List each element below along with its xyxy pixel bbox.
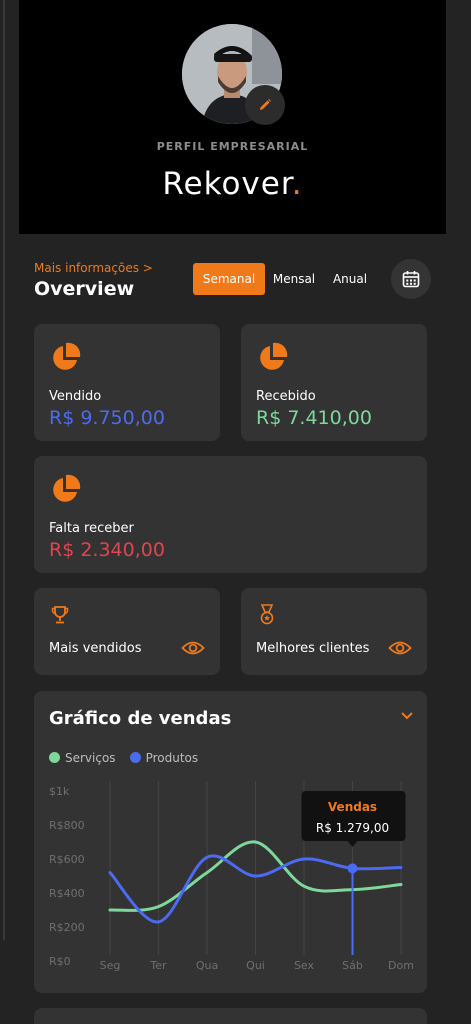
best-sellers-card[interactable]: Mais vendidos xyxy=(34,588,220,675)
sales-chart-card: Gráfico de vendas Serviços Produtos R$0 R… xyxy=(34,691,427,993)
received-value: R$ 7.410,00 xyxy=(256,407,372,429)
calendar-button[interactable] xyxy=(391,259,431,299)
pencil-icon xyxy=(260,99,271,110)
y-tick-label: $1k xyxy=(49,785,70,798)
pending-label: Falta receber xyxy=(49,521,134,536)
eye-icon[interactable] xyxy=(181,640,205,656)
edit-profile-button[interactable] xyxy=(245,85,285,125)
best-clients-card[interactable]: Melhores clientes xyxy=(241,588,427,675)
sold-value: R$ 9.750,00 xyxy=(49,407,165,429)
y-tick-label: R$400 xyxy=(49,887,85,900)
sold-label: Vendido xyxy=(49,389,102,404)
x-tick-label: Ter xyxy=(149,959,167,972)
more-info-link[interactable]: Mais informações > xyxy=(34,261,153,275)
tooltip-marker xyxy=(347,863,358,874)
tooltip-title: Vendas xyxy=(328,800,377,814)
company-name: Rekover. xyxy=(19,166,446,202)
tab-mensal[interactable]: Mensal xyxy=(268,263,320,295)
tab-anual[interactable]: Anual xyxy=(328,263,372,295)
pie-chart-icon xyxy=(260,342,288,370)
x-tick-label: Dom xyxy=(388,959,414,972)
received-card[interactable]: Recebido R$ 7.410,00 xyxy=(241,324,427,441)
x-tick-label: Sex xyxy=(294,959,315,972)
x-tick-label: Qua xyxy=(196,959,218,972)
screen: PERFIL EMPRESARIAL Rekover. Mais informa… xyxy=(0,0,471,1024)
tab-semanal[interactable]: Semanal xyxy=(193,263,265,295)
y-tick-label: R$200 xyxy=(49,921,85,934)
left-backdrop xyxy=(0,0,19,1024)
y-tick-label: R$800 xyxy=(49,819,85,832)
received-label: Recebido xyxy=(256,389,316,404)
pending-card[interactable]: Falta receber R$ 2.340,00 xyxy=(34,456,427,573)
calendar-icon xyxy=(402,271,420,288)
tooltip-value: R$ 1.279,00 xyxy=(316,821,389,835)
pending-value: R$ 2.340,00 xyxy=(49,539,165,561)
x-tick-label: Seg xyxy=(100,959,121,972)
right-backdrop xyxy=(446,0,471,1024)
y-tick-label: R$0 xyxy=(49,955,71,968)
y-tick-label: R$600 xyxy=(49,853,85,866)
best-clients-label: Melhores clientes xyxy=(256,641,370,656)
x-tick-label: Qui xyxy=(246,959,265,972)
x-tick-label: Sáb xyxy=(342,959,363,972)
trophy-icon xyxy=(51,606,69,624)
company-name-text: Rekover xyxy=(162,166,292,202)
medal-icon xyxy=(260,604,274,625)
best-sellers-label: Mais vendidos xyxy=(49,641,142,656)
sold-card[interactable]: Vendido R$ 9.750,00 xyxy=(34,324,220,441)
brand-dot: . xyxy=(291,166,303,202)
profile-header: PERFIL EMPRESARIAL Rekover. xyxy=(19,0,446,234)
pie-chart-icon xyxy=(53,474,81,502)
pie-chart-icon xyxy=(53,342,81,370)
overview-title: Overview xyxy=(34,278,135,300)
profile-type-label: PERFIL EMPRESARIAL xyxy=(156,140,309,153)
next-card xyxy=(34,1008,427,1024)
eye-icon[interactable] xyxy=(388,640,412,656)
app-window: PERFIL EMPRESARIAL Rekover. Mais informa… xyxy=(19,0,446,1024)
sales-line-chart[interactable]: R$0 R$200 R$400 R$600 R$800 $1k Seg Ter Qua Qui Se… xyxy=(34,691,427,993)
tooltip-arrow xyxy=(347,841,358,847)
